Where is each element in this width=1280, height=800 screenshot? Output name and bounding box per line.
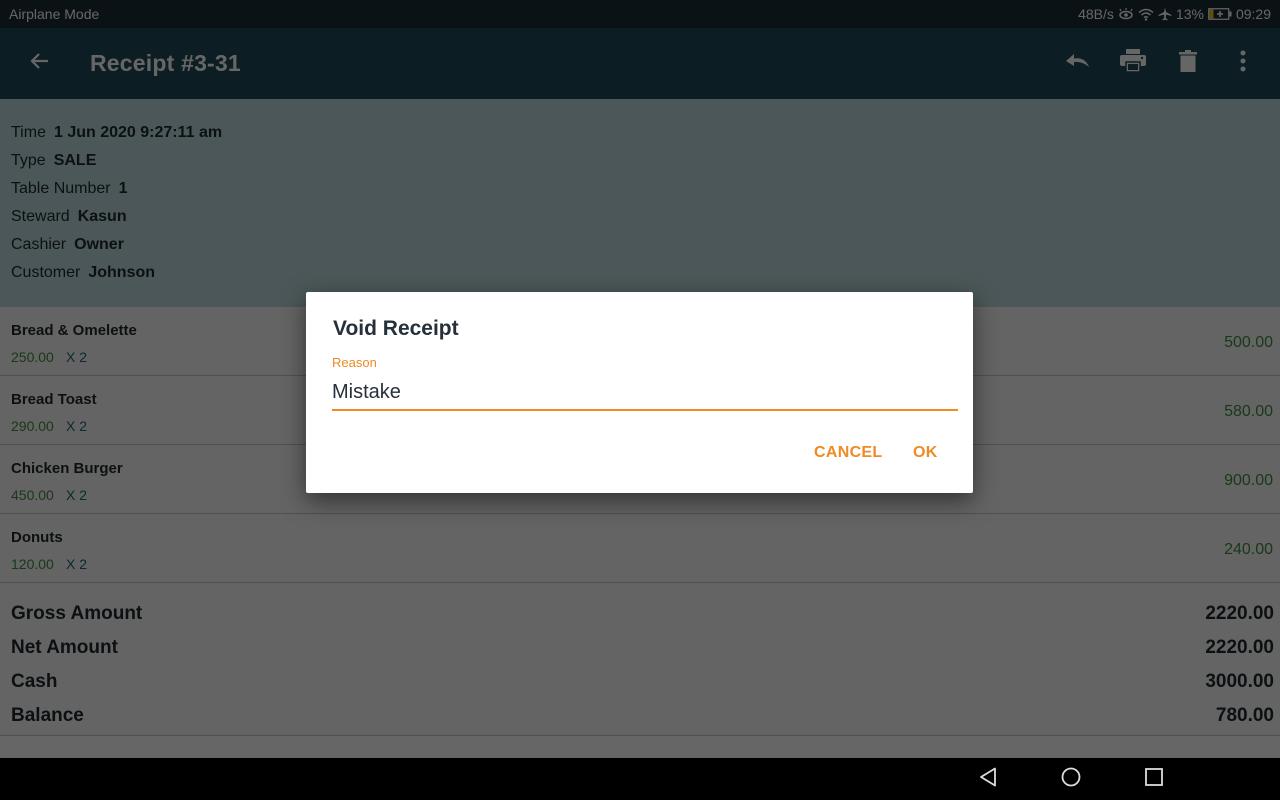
cancel-button[interactable]: CANCEL [814,444,882,462]
reason-label: Reason [332,355,377,370]
system-nav-bar [0,758,1280,800]
ok-button[interactable]: OK [913,444,938,462]
home-circle-icon [1061,767,1081,792]
dialog-title: Void Receipt [333,317,459,340]
reason-input[interactable] [332,376,958,411]
recents-square-icon [1145,767,1163,791]
void-receipt-dialog: Void Receipt Reason CANCEL OK [306,292,973,493]
nav-home-button[interactable] [1041,758,1101,800]
nav-back-button[interactable] [958,758,1018,800]
back-triangle-icon [979,767,997,792]
nav-recents-button[interactable] [1124,758,1184,800]
